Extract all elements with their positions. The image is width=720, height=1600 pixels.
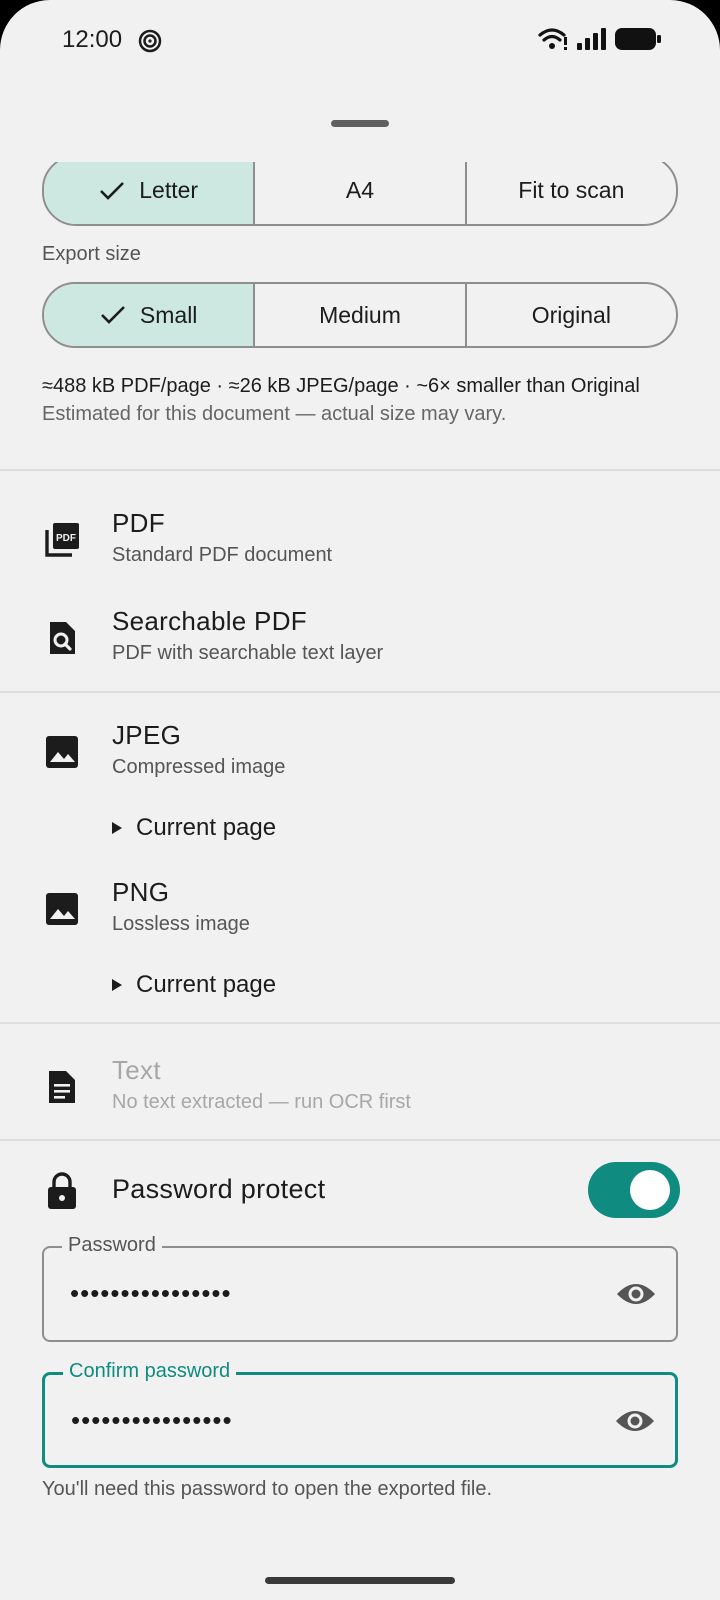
- wifi-icon: [538, 28, 567, 50]
- page-size-letter[interactable]: Letter: [44, 157, 256, 224]
- format-text-title: Text: [112, 1055, 161, 1085]
- format-searchable-pdf[interactable]: Searchable PDF PDF with searchable text …: [0, 606, 720, 696]
- sheet-drag-handle[interactable]: [331, 120, 389, 127]
- confirm-password-field[interactable]: Confirm password ••••••••••••••••: [42, 1360, 678, 1468]
- export-size-original[interactable]: Original: [467, 284, 676, 346]
- image-icon: [46, 736, 78, 768]
- page-size-a4[interactable]: A4: [255, 157, 467, 224]
- pdf-icon: PDF: [45, 523, 79, 557]
- size-estimate: ≈488 kB PDF/page · ≈26 kB JPEG/page · ~6…: [42, 372, 682, 428]
- password-protect-label: Password protect: [112, 1174, 326, 1204]
- export-size-medium[interactable]: Medium: [255, 284, 467, 346]
- format-pdf-subtitle: Standard PDF document: [112, 544, 333, 566]
- expand-triangle-icon: [112, 979, 122, 991]
- status-icons: [538, 27, 662, 51]
- check-icon: [100, 306, 125, 324]
- format-text-subtitle: No text extracted — run OCR first: [112, 1091, 411, 1113]
- format-jpeg-title: JPEG: [112, 720, 182, 750]
- image-icon: [46, 893, 78, 925]
- page-size-fit-to-scan[interactable]: Fit to scan: [467, 157, 676, 224]
- format-pdf-title: PDF: [112, 508, 165, 538]
- page-size-letter-label: Letter: [139, 177, 199, 203]
- password-field-value: ••••••••••••••••: [70, 1278, 232, 1308]
- lock-icon: [48, 1172, 76, 1209]
- svg-text:PDF: PDF: [56, 533, 76, 544]
- export-size-small-label: Small: [139, 301, 198, 328]
- gesture-nav-handle[interactable]: [265, 1577, 455, 1584]
- divider: [0, 1022, 720, 1024]
- format-png[interactable]: PNG Lossless image: [0, 877, 720, 967]
- status-bar: 12:00: [0, 0, 720, 80]
- search-document-icon: [50, 622, 75, 654]
- show-password-icon[interactable]: [616, 1280, 656, 1308]
- format-jpeg[interactable]: JPEG Compressed image: [0, 720, 720, 810]
- page-size-a4-label: A4: [345, 177, 375, 203]
- format-text: Text No text extracted — run OCR first: [0, 1055, 720, 1145]
- password-field[interactable]: Password ••••••••••••••••: [42, 1234, 678, 1342]
- format-pdf[interactable]: PDF PDF Standard PDF document: [0, 508, 720, 598]
- status-time: 12:00: [62, 26, 123, 53]
- divider: [0, 691, 720, 693]
- size-estimate-text: ≈488 kB PDF/page · ≈26 kB JPEG/page · ~6…: [42, 375, 640, 397]
- jpeg-scope-label: Current page: [136, 814, 277, 841]
- confirm-password-field-value: ••••••••••••••••: [71, 1405, 233, 1435]
- page-size-fit-label: Fit to scan: [518, 177, 625, 203]
- export-size-medium-label: Medium: [319, 301, 401, 328]
- format-jpeg-subtitle: Compressed image: [112, 756, 286, 778]
- divider: [0, 469, 720, 471]
- spiral-notification-icon: [138, 29, 162, 53]
- export-size-small[interactable]: Small: [44, 284, 256, 346]
- export-sheet-screen: 12:00 Letter A4 Fit to scan Export size …: [0, 0, 720, 1600]
- toggle-knob: [630, 1170, 670, 1210]
- password-protect-toggle[interactable]: [588, 1162, 680, 1218]
- png-scope-label: Current page: [136, 971, 277, 998]
- export-size-original-label: Original: [531, 301, 611, 328]
- format-searchable-pdf-title: Searchable PDF: [112, 606, 307, 636]
- divider: [0, 1139, 720, 1141]
- format-png-title: PNG: [112, 877, 170, 907]
- format-searchable-pdf-subtitle: PDF with searchable text layer: [112, 642, 384, 664]
- password-field-label: Password: [62, 1234, 162, 1257]
- password-protect-row: Password protect: [0, 1162, 720, 1232]
- signal-icon: [577, 28, 606, 50]
- sheet-top-clip: [0, 130, 720, 162]
- expand-triangle-icon: [112, 822, 122, 834]
- confirm-password-field-label: Confirm password: [63, 1360, 237, 1383]
- check-icon: [100, 181, 125, 200]
- show-password-icon[interactable]: [615, 1407, 655, 1435]
- png-scope-expander[interactable]: Current page: [112, 971, 276, 999]
- password-hint: You'll need this password to open the ex…: [42, 1478, 493, 1500]
- battery-icon: [615, 28, 661, 50]
- page-size-selector: Letter A4 Fit to scan: [42, 155, 678, 226]
- export-size-selector: Small Medium Original: [42, 282, 678, 348]
- document-text-icon: [49, 1071, 75, 1103]
- export-size-label: Export size: [42, 243, 141, 265]
- format-png-subtitle: Lossless image: [112, 913, 250, 935]
- jpeg-scope-expander[interactable]: Current page: [112, 814, 276, 842]
- size-estimate-note: Estimated for this document — actual siz…: [42, 403, 507, 425]
